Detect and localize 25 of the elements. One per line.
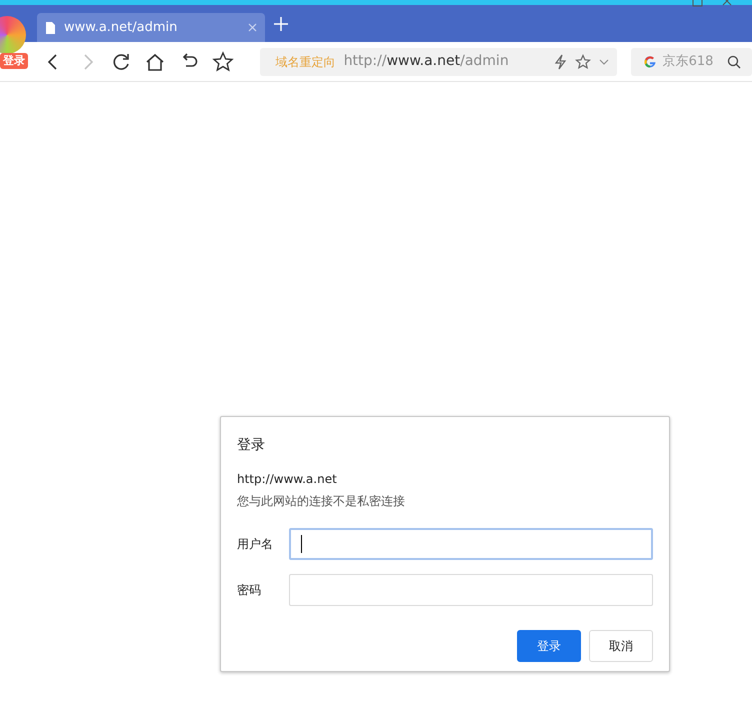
field-label: 用户名 — [237, 536, 274, 553]
google-icon — [642, 54, 657, 68]
new-tab-icon[interactable] — [274, 17, 288, 31]
login-badge[interactable]: 登录 — [0, 53, 28, 69]
site-origin: http://www.a.net — [237, 471, 338, 488]
url-text: http://www.a.net/admin — [344, 52, 509, 71]
lightning-icon[interactable] — [552, 54, 567, 70]
search-icon[interactable] — [726, 54, 741, 68]
dropdown-icon[interactable] — [598, 58, 609, 66]
redirect-label: 域名重定向 — [276, 54, 336, 70]
input-field[interactable] — [289, 528, 653, 560]
browser-tab[interactable]: www.a.net/admin — [37, 13, 265, 42]
star-icon[interactable] — [212, 50, 234, 72]
input-field[interactable] — [289, 574, 653, 606]
login-button[interactable]: 登录 — [517, 630, 581, 662]
star-icon[interactable] — [574, 54, 591, 70]
cancel-button[interactable]: 取消 — [589, 630, 653, 662]
search-field[interactable]: 京东618 — [630, 48, 752, 76]
document-icon — [45, 20, 56, 34]
maximize-icon[interactable] — [692, 0, 704, 9]
search-input[interactable]: 京东618 — [662, 52, 721, 72]
dialog-title: 登录 — [237, 436, 266, 455]
field-label: 密码 — [237, 582, 262, 599]
address-bar[interactable]: 域名重定向 http://www.a.net/admin — [260, 48, 617, 76]
connection-warning: 您与此网站的连接不是私密连接 — [237, 493, 406, 510]
